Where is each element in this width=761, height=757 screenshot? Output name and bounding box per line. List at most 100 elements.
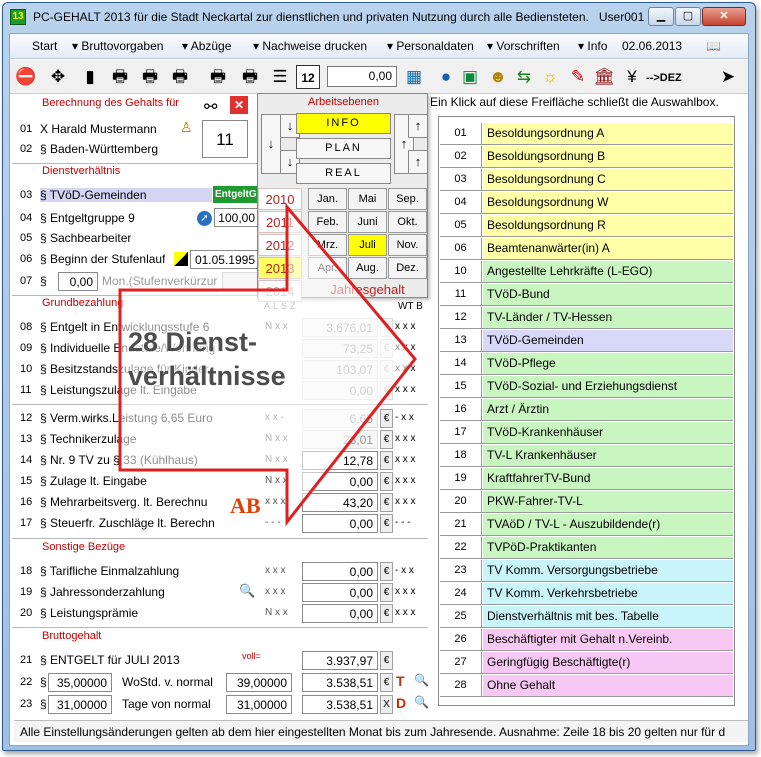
list-item[interactable]: 13 TVöD-Gemeinden <box>440 330 733 352</box>
month-mrz[interactable]: Mrz. <box>308 234 347 256</box>
list-item[interactable]: 22 TVPöD-Praktikanten <box>440 537 733 559</box>
row-15[interactable]: 15 § Zulage lt. Eingabe N x x 0,00 € x x x <box>12 472 428 492</box>
row-08[interactable]: 08 § Entgelt in Entwicklungsstufe 6N x x3… <box>12 318 428 338</box>
row-10[interactable]: 10 § Besitzstandszulage für Kinder 103,07 €… <box>12 360 428 380</box>
people-icon[interactable]: ☻ <box>486 65 510 89</box>
zoom-icon-1[interactable]: 🔍 <box>414 673 429 687</box>
month-okt[interactable]: Okt. <box>388 211 427 233</box>
person-icon[interactable]: ♙ <box>180 119 193 136</box>
list-item[interactable]: 28 Ohne Gehalt <box>440 675 733 697</box>
month-number-box[interactable]: 11 <box>202 120 248 158</box>
menu-nachweise[interactable]: ▾ Nachweise drucken <box>253 39 367 53</box>
cursor-icon[interactable]: ➤ <box>716 65 740 89</box>
row-14[interactable]: 14 § Nr. 9 TV zu § 33 (Kühlhaus) N x x 12,7… <box>12 451 428 471</box>
row-18[interactable]: 18 § Tarifliche Einmalzahlung x x x 0,00 € - … <box>12 562 428 582</box>
row-22[interactable]: 22 § 35,00000 WoStd. v. normal 39,00000 3… <box>12 673 428 693</box>
month-sep[interactable]: Sep. <box>388 188 427 210</box>
month-nov[interactable]: Nov. <box>388 234 427 256</box>
year-2013[interactable]: 2013 <box>258 257 302 279</box>
globe-icon[interactable]: ● <box>434 65 458 89</box>
warning-flag-icon[interactable] <box>174 252 188 266</box>
row-07[interactable]: 07 § 0,00 Mon.(Stufenverkürzur <box>12 272 262 292</box>
binoculars-icon[interactable]: ⚯ <box>204 97 217 117</box>
month-juli[interactable]: Juli <box>348 234 387 256</box>
stufe-date-field[interactable]: 01.05.1995 <box>190 250 260 269</box>
list-item[interactable]: 04 Besoldungsordnung W <box>440 192 733 214</box>
year-2010[interactable]: 2010 <box>258 188 302 210</box>
row-06[interactable]: 06 § Beginn der Stufenlauf <box>12 250 182 270</box>
row-11[interactable]: 11 § Leistungszulage lt. Eingabe 0,00 € x x … <box>12 381 428 401</box>
row-13[interactable]: 13 § Technikerzulage N x x 23,01 € x x x <box>12 430 428 450</box>
entgelt-percent-field[interactable]: 100,00 <box>214 208 260 227</box>
list-item[interactable]: 06 Beamtenanwärter(in) A <box>440 238 733 260</box>
row-01[interactable]: 01 X Harald Mustermann <box>12 120 192 140</box>
arrow-up-small-icon[interactable]: ↑ <box>408 114 428 138</box>
menu-personaldaten[interactable]: ▾ Personaldaten <box>387 39 474 53</box>
menu-start[interactable]: Start <box>32 39 57 53</box>
move-icon[interactable]: ✥ <box>46 65 70 89</box>
row-12[interactable]: 12 § Verm.wirks.Leistung 6,65 Euro x x -6,… <box>12 409 428 429</box>
row-19[interactable]: 19 § Jahressonderzahlung x x x 0,00 € x x x <box>12 583 428 603</box>
magnifier-icon[interactable]: 🔍 <box>239 583 255 599</box>
flag-icon[interactable]: ▮ <box>78 65 102 89</box>
month-aug[interactable]: Aug. <box>348 257 387 279</box>
month-apr[interactable]: Apr. <box>308 257 347 279</box>
list-item[interactable]: 26 Beschäftigter mit Gehalt n.Vereinb. <box>440 629 733 651</box>
level-real-button[interactable]: REAL <box>296 163 391 184</box>
list-item[interactable]: 14 TVöD-Pflege <box>440 353 733 375</box>
arrow-down-icon[interactable]: ↓ <box>261 114 281 174</box>
list-item[interactable]: 16 Arzt / Ärztin <box>440 399 733 421</box>
amount-field[interactable]: 0,00 <box>327 66 397 87</box>
year-2014[interactable]: 2014 <box>258 280 302 302</box>
bank-icon[interactable]: 🏛 <box>592 65 616 89</box>
list-item[interactable]: 11 TVöD-Bund <box>440 284 733 306</box>
print-icon-5[interactable]: 🖶 <box>238 65 262 89</box>
level-info-button[interactable]: INFO <box>296 113 391 134</box>
list-item[interactable]: 27 Geringfügig Beschäftigte(r) <box>440 652 733 674</box>
list-item[interactable]: 21 TVAöD / TV-L - Auszubildende(r) <box>440 514 733 536</box>
stufenverkuerzung-field[interactable]: 0,00 <box>58 272 98 291</box>
book-icon[interactable]: 📖 <box>706 39 721 53</box>
list-item[interactable]: 02 Besoldungsordnung B <box>440 146 733 168</box>
arrow-circle-icon[interactable]: ➚ <box>197 211 212 226</box>
row-09[interactable]: 09 § Individuelle Endstufe/Wohnung 73,25 € x… <box>12 339 428 359</box>
row-21[interactable]: 21 § ENTGELT für JULI 2013 voll= 3.937,97 € <box>12 651 428 671</box>
maximize-button[interactable]: ▢ <box>675 7 701 26</box>
print-icon-3[interactable]: 🖶 <box>168 65 192 89</box>
wostd-input[interactable]: 35,00000 <box>48 673 112 692</box>
list-item[interactable]: 12 TV-Länder / TV-Hessen <box>440 307 733 329</box>
tage-normal-input[interactable]: 31,00000 <box>226 695 292 714</box>
month-juni[interactable]: Juni <box>348 211 387 233</box>
calendar-icon[interactable]: 12 <box>296 65 320 89</box>
print-icon-2[interactable]: 🖶 <box>138 65 162 89</box>
refresh-icon[interactable]: ⇆ <box>512 65 536 89</box>
jahresgehalt-button[interactable]: Jahresgehalt <box>308 281 427 299</box>
list-item[interactable]: 17 TVöD-Krankenhäuser <box>440 422 733 444</box>
t-icon[interactable]: T <box>396 673 405 689</box>
title-bar[interactable]: 13 PC-GEHALT 2013 für die Stadt Neckarta… <box>3 3 755 31</box>
close-button[interactable]: ✕ <box>702 7 746 26</box>
year-2012[interactable]: 2012 <box>258 234 302 256</box>
cancel-x-icon[interactable]: ✕ <box>230 96 248 114</box>
month-dez[interactable]: Dez. <box>388 257 427 279</box>
list-item[interactable]: 05 Besoldungsordnung R <box>440 215 733 237</box>
arrow-up-step-icon[interactable]: ↑ <box>408 150 428 174</box>
list-item[interactable]: 15 TVöD-Sozial- und Erziehungsdienst <box>440 376 733 398</box>
list-item[interactable]: 19 KraftfahrerTV-Bund <box>440 468 733 490</box>
close-hint[interactable]: Ein Klick auf diese Freifläche schließt … <box>430 95 719 109</box>
wostd-normal-input[interactable]: 39,00000 <box>226 673 292 692</box>
zoom-icon-2[interactable]: 🔍 <box>414 695 429 709</box>
row-04[interactable]: 04 § Entgeltgruppe 9 <box>12 209 172 229</box>
minimize-button[interactable]: ▁ <box>648 7 674 26</box>
menu-bruttovorgaben[interactable]: ▾ Bruttovorgaben <box>72 39 163 53</box>
list-item[interactable]: 18 TV-L Krankenhäuser <box>440 445 733 467</box>
pencil-icon[interactable]: ✎ <box>566 65 590 89</box>
row-16[interactable]: 16 § Mehrarbeitsverg. lt. Berechnu x x x 43… <box>12 493 428 513</box>
stack-icon[interactable]: ☰ <box>268 65 292 89</box>
sun-icon[interactable]: ☼ <box>538 65 562 89</box>
month-feb[interactable]: Feb. <box>308 211 347 233</box>
tage-input[interactable]: 31,00000 <box>48 695 112 714</box>
frame-icon[interactable]: ▣ <box>458 65 482 89</box>
row-17[interactable]: 17 § Steuerfr. Zuschläge lt. Berechn - - -… <box>12 514 428 534</box>
row-05[interactable]: 05 § Sachbearbeiter <box>12 229 212 249</box>
